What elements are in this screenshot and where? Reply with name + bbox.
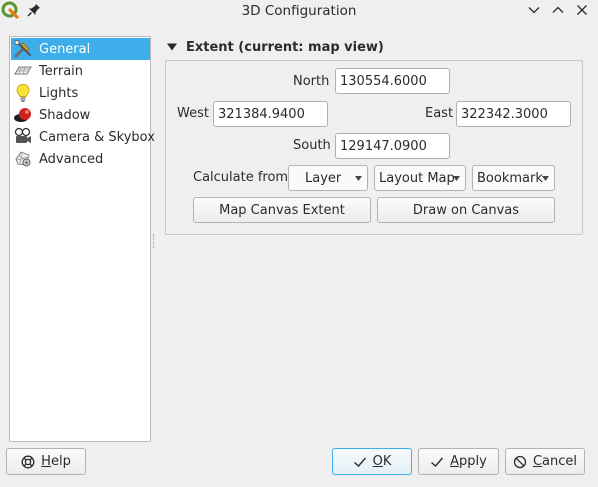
sidebar-item-terrain[interactable]: Terrain (11, 60, 150, 82)
chevron-down-icon (542, 176, 549, 181)
extent-group-title: Extent (current: map view) (186, 39, 384, 55)
settings-sidebar: General Terrain Lights Shadow Camera & S… (9, 36, 155, 442)
layout-map-combo[interactable]: Layout Map (374, 165, 466, 191)
extent-group-header[interactable]: Extent (current: map view) (166, 39, 384, 55)
sidebar-item-shadow[interactable]: Shadow (11, 104, 150, 126)
calculate-from-label: Calculate from (193, 170, 289, 185)
cancel-icon (513, 455, 527, 468)
sidebar-item-label: Terrain (39, 63, 84, 79)
map-canvas-extent-label: Map Canvas Extent (219, 202, 345, 218)
bookmark-combo[interactable]: Bookmark (472, 165, 555, 191)
splitter-handle[interactable] (153, 234, 155, 248)
north-label: North (293, 74, 330, 89)
checkmark-icon (431, 457, 444, 467)
west-label: West (177, 106, 209, 121)
lightbulb-icon (16, 84, 30, 102)
sidebar-item-general[interactable]: General (11, 38, 150, 60)
cancel-button-label: Cancel (532, 454, 578, 469)
sidebar-item-label: Camera & Skybox (39, 129, 155, 145)
sidebar-item-camera-skybox[interactable]: Camera & Skybox (11, 126, 155, 148)
ok-button[interactable]: OK (332, 448, 412, 475)
chevron-down-icon (355, 176, 362, 181)
camera-icon (14, 127, 31, 143)
terrain-icon (14, 66, 32, 75)
window-title: 3D Configuration (241, 3, 357, 19)
shadow-icon (14, 108, 31, 122)
sidebar-item-advanced[interactable]: Advanced (11, 148, 150, 170)
general-icon (14, 39, 31, 58)
ok-button-label: OK (372, 454, 392, 469)
cancel-button[interactable]: Cancel (505, 448, 585, 475)
sidebar-item-label: Lights (39, 85, 79, 101)
east-label: East (425, 106, 454, 121)
bookmark-combo-label: Bookmark (477, 170, 543, 186)
south-label: South (293, 138, 331, 153)
draw-on-canvas-button[interactable]: Draw on Canvas (377, 197, 555, 223)
advanced-icon (15, 151, 31, 167)
chevron-down-icon (453, 176, 460, 181)
collapse-arrow-icon[interactable] (166, 42, 178, 52)
sidebar-item-label: Shadow (39, 107, 91, 123)
south-field[interactable] (335, 133, 450, 159)
minimize-icon[interactable] (527, 3, 541, 17)
east-field[interactable] (456, 101, 571, 127)
help-button[interactable]: Help (6, 448, 86, 475)
west-field[interactable] (213, 101, 328, 127)
maximize-icon[interactable] (551, 3, 565, 17)
sidebar-item-lights[interactable]: Lights (11, 82, 150, 104)
title-bar: 3D Configuration (0, 0, 598, 24)
layer-combo-label: Layer (305, 170, 342, 186)
help-lifebuoy-icon (21, 455, 35, 468)
close-icon[interactable] (575, 3, 589, 17)
draw-on-canvas-label: Draw on Canvas (412, 202, 520, 218)
sidebar-item-label: Advanced (39, 151, 104, 167)
apply-button[interactable]: Apply (418, 448, 499, 475)
help-button-label: Help (41, 454, 71, 469)
layout-map-combo-label: Layout Map (379, 170, 455, 186)
north-field[interactable] (335, 68, 450, 94)
apply-button-label: Apply (450, 454, 487, 469)
sidebar-item-label: General (39, 41, 91, 57)
checkmark-icon (353, 457, 366, 467)
map-canvas-extent-button[interactable]: Map Canvas Extent (193, 197, 371, 223)
layer-combo[interactable]: Layer (288, 165, 368, 191)
